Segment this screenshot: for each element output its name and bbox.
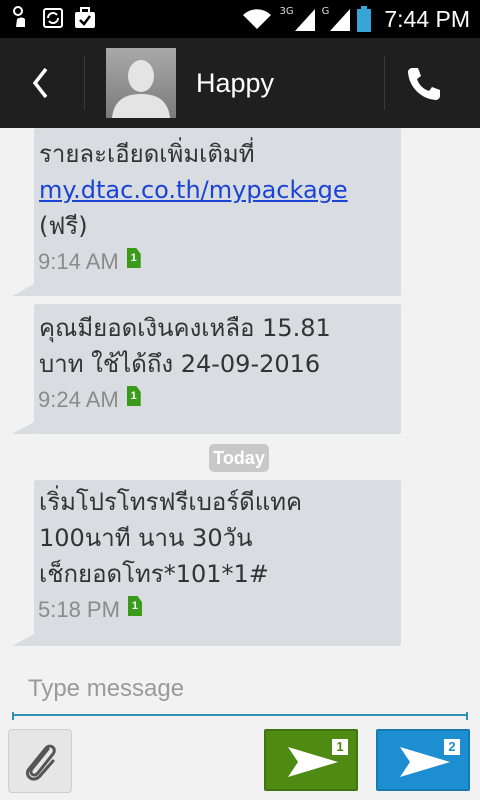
send-sim1-button[interactable]: 1: [264, 729, 358, 791]
signal-icon: [330, 9, 351, 31]
divider: [84, 56, 85, 110]
sim-1-icon: 1: [126, 248, 141, 268]
message-line: รายละเอียดเพิ่มเติมที่: [39, 140, 255, 168]
compose-area: [12, 664, 468, 720]
message-meta: 5:18 PM 1: [38, 596, 142, 623]
person-silhouette-icon: [112, 60, 170, 118]
network-type-g: G: [321, 5, 330, 17]
message-bubble[interactable]: คุณมียอดเงินคงเหลือ 15.81 บาท ใช้ได้ถึง …: [12, 304, 401, 434]
sim-2-badge: 2: [444, 739, 460, 755]
chevron-left-icon: [32, 67, 48, 99]
call-button[interactable]: [404, 64, 448, 104]
message-list[interactable]: รายละเอียดเพิ่มเติมที่ my.dtac.co.th/myp…: [0, 128, 480, 658]
send-sim2-button[interactable]: 2: [376, 729, 470, 791]
network-type-3g: 3G: [279, 5, 294, 17]
briefcase-check-icon: [75, 7, 95, 28]
message-time: 9:14 AM: [38, 249, 119, 274]
contact-name[interactable]: Happy: [196, 68, 274, 99]
signal-icon: [294, 9, 315, 31]
date-divider: Today: [209, 444, 269, 472]
sim-1-icon: 1: [126, 386, 141, 406]
message-text: รายละเอียดเพิ่มเติมที่ my.dtac.co.th/myp…: [39, 136, 393, 244]
message-line: (ฟรี): [39, 212, 88, 240]
touch-icon: [13, 6, 25, 27]
message-meta: 9:24 AM 1: [38, 386, 141, 413]
message-input[interactable]: [12, 664, 466, 716]
attach-button[interactable]: [8, 729, 72, 793]
paperclip-icon: [25, 744, 56, 781]
clock: 7:44 PM: [384, 5, 470, 32]
wifi-icon: [243, 9, 272, 29]
message-meta: 9:14 AM 1: [38, 248, 141, 275]
message-time: 9:24 AM: [38, 387, 119, 412]
conversation-header: Happy: [0, 38, 480, 128]
message-text: เริ่มโปรโทรฟรีเบอร์ดีแทค 100นาที นาน 30ว…: [39, 488, 303, 588]
battery-icon: [357, 6, 372, 32]
sim-1-badge: 1: [332, 739, 348, 755]
message-time: 5:18 PM: [38, 597, 120, 622]
avatar[interactable]: [106, 48, 176, 118]
back-button[interactable]: [22, 64, 58, 102]
status-bar: 3G G 7:44 PM: [0, 0, 480, 38]
sync-icon: [43, 8, 63, 28]
divider: [384, 56, 385, 110]
phone-icon: [408, 68, 440, 100]
sim-1-icon: 1: [127, 596, 142, 616]
message-link[interactable]: my.dtac.co.th/mypackage: [39, 176, 348, 204]
message-text: คุณมียอดเงินคงเหลือ 15.81 บาท ใช้ได้ถึง …: [39, 314, 331, 378]
message-bubble[interactable]: รายละเอียดเพิ่มเติมที่ my.dtac.co.th/myp…: [12, 128, 401, 296]
message-bubble[interactable]: เริ่มโปรโทรฟรีเบอร์ดีแทค 100นาที นาน 30ว…: [12, 480, 401, 646]
